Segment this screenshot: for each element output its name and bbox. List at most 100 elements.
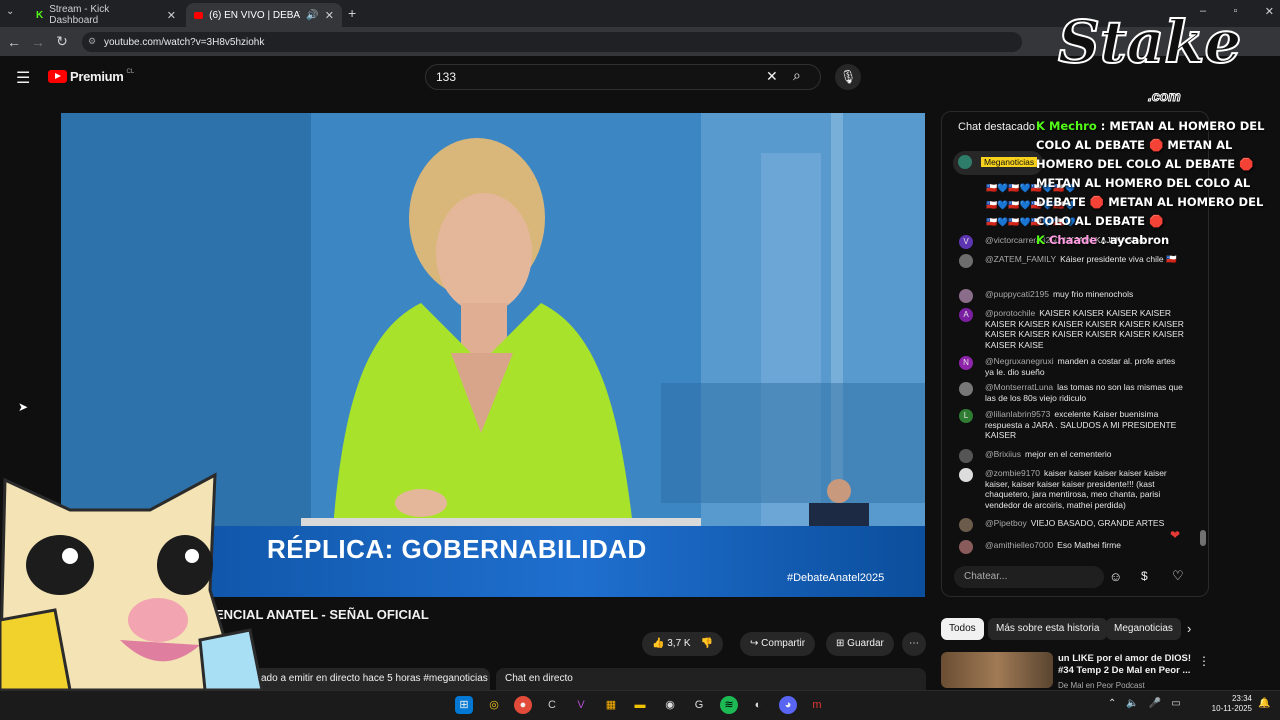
chat-header-title[interactable]: Chat destacado [958, 121, 1035, 133]
spotify-icon[interactable]: ≋ [720, 696, 738, 714]
chrome-icon[interactable]: ● [514, 696, 532, 714]
chip-label: Más sobre esta historia [996, 623, 1100, 634]
chat-avatar[interactable]: A [959, 308, 973, 322]
search-query: 133 [436, 70, 457, 84]
notification-icon[interactable]: 🔔 [1258, 698, 1270, 709]
dislike-button[interactable]: 👎 [701, 632, 713, 656]
kick-icon: K [36, 9, 44, 21]
chat-message-body: @porotochile KAISER KAISER KAISER KAISER … [959, 308, 1185, 350]
overlay-message: K Mechro : METAN AL HOMERO DEL COLO AL D… [1036, 119, 1265, 228]
chip-all[interactable]: Todos [941, 618, 984, 640]
chat-author[interactable]: @amithielleo7000 [985, 540, 1053, 550]
chip-story[interactable]: Más sobre esta historia [988, 618, 1108, 640]
super-chat-icon[interactable]: $ [1141, 569, 1148, 583]
chat-author[interactable]: @lilianlabrin9573 [985, 409, 1050, 419]
save-button[interactable]: ⊞ Guardar [826, 632, 894, 656]
chat-message-body: @puppycati2195 muy frio minenochols [959, 289, 1185, 300]
steam-icon[interactable]: ◐ [749, 696, 767, 714]
chat-avatar[interactable]: L [959, 409, 973, 423]
chat-author[interactable]: @Negruxanegruxi [985, 356, 1054, 366]
youtube-logo[interactable]: Premium CL [48, 69, 134, 84]
back-icon[interactable]: ← [2, 34, 26, 50]
tab-kick-dashboard[interactable]: K Stream - Kick Dashboard ✕ [28, 3, 184, 27]
close-tab-icon[interactable]: ✕ [167, 9, 176, 22]
chat-message-body: @ZATEM_FAMILY Káiser presidente viva chil… [959, 254, 1185, 265]
chat-text: VIEJO BASADO, GRANDE ARTES [1030, 518, 1165, 528]
menu-icon[interactable]: ☰ [16, 68, 30, 88]
chevron-right-icon[interactable]: › [1187, 621, 1191, 636]
pinned-message[interactable]: Meganoticias [953, 151, 1043, 175]
app-g-icon[interactable]: G [690, 696, 708, 714]
chat-message: L @lilianlabrin9573 excelente Kaiser bueni… [959, 409, 1185, 441]
recommended-title[interactable]: un LIKE por el amor de DIOS! #34 Temp 2 … [1058, 653, 1198, 677]
obs-icon[interactable]: ◉ [661, 696, 679, 714]
voice-search-icon[interactable]: 🎙 [835, 64, 861, 90]
speaker-icon[interactable]: 🔊 [306, 10, 318, 21]
chat-avatar[interactable]: V [959, 235, 973, 249]
search-input[interactable]: 133 ✕ ⌕ [425, 64, 821, 90]
chat-message: @Pipetboy VIEJO BASADO, GRANDE ARTES [959, 518, 1185, 532]
chat-avatar[interactable] [959, 289, 973, 303]
chip-meganoticias[interactable]: Meganoticias [1106, 618, 1181, 640]
chat-text: muy frio minenochols [1052, 289, 1134, 299]
chat-avatar[interactable] [959, 518, 973, 532]
mic-tray-icon[interactable]: 🎤 [1149, 698, 1161, 709]
chat-avatar[interactable] [959, 449, 973, 463]
share-button[interactable]: ↪ Compartir [740, 632, 816, 656]
chat-message-body: @zombie9170 kaiser kaiser kaiser kaiser k… [959, 468, 1185, 510]
app-m-icon[interactable]: m [808, 696, 826, 714]
chat-author[interactable]: @Brixiius [985, 449, 1021, 459]
chat-message: N @Negruxanegruxi manden a costar al. prof… [959, 356, 1185, 377]
audio-icon[interactable]: 🔈 [1126, 698, 1138, 709]
chat-text: Eso Mathei firme [1057, 540, 1121, 550]
search-icon[interactable]: ⌕ [793, 67, 801, 84]
more-actions-icon[interactable]: ⋯ [902, 632, 926, 656]
tray-chevron-icon[interactable]: ⌃ [1108, 698, 1116, 709]
chat-avatar[interactable]: N [959, 356, 973, 370]
clear-search-icon[interactable]: ✕ [766, 68, 778, 85]
app-file-icon[interactable]: ▦ [602, 696, 620, 714]
chat-message: @amithielleo7000 Eso Mathei firme [959, 540, 1185, 554]
chat-author[interactable]: @ZATEM_FAMILY [985, 254, 1056, 264]
tab-list-icon[interactable]: ⌄ [6, 6, 14, 17]
chat-avatar[interactable] [959, 468, 973, 482]
tab-title: Stream - Kick Dashboard [49, 4, 110, 26]
chat-avatar[interactable] [959, 540, 973, 554]
network-icon[interactable]: ▭ [1171, 698, 1180, 709]
site-info-icon[interactable]: ⚙ [88, 36, 96, 47]
app-v-icon[interactable]: V [572, 696, 590, 714]
pinned-author: Meganoticias [981, 157, 1038, 167]
overlay-text: aycabron [1109, 233, 1170, 247]
heart-icon[interactable]: ♡ [1172, 568, 1184, 584]
chat-author[interactable]: @Pipetboy [985, 518, 1027, 528]
recommended-channel[interactable]: De Mal en Peor Podcast [1058, 681, 1145, 690]
start-icon[interactable]: ⊞ [455, 696, 473, 714]
chat-author[interactable]: @MontserratLuna [985, 382, 1053, 392]
close-tab-icon[interactable]: ✕ [325, 9, 334, 22]
chat-message: @Brixiius mejor en el cementerio [959, 449, 1185, 463]
system-tray: ⌃ 🔈 🎤 ▭ [1108, 698, 1181, 709]
chat-author[interactable]: @porotochile [985, 308, 1035, 318]
live-chat-replay-tab[interactable]: Chat en directo [496, 668, 926, 690]
chat-input[interactable]: Chatear... [954, 566, 1104, 588]
app-icon[interactable]: ◎ [485, 696, 503, 714]
discord-icon[interactable]: ◕ [779, 696, 797, 714]
tab-youtube-live[interactable]: (6) EN VIVO | DEBATE PRESI 🔊 ✕ [186, 3, 342, 27]
chat-scrollbar[interactable] [1200, 530, 1206, 546]
chat-avatar[interactable] [959, 254, 973, 268]
file-explorer-icon[interactable]: ▬ [631, 696, 649, 714]
like-button[interactable]: 👍 3,7 K [652, 632, 691, 656]
clock[interactable]: 23:34 10-11-2025 [1208, 694, 1252, 714]
emoji-icon[interactable]: ☺ [1109, 569, 1122, 584]
chat-message: @ZATEM_FAMILY Káiser presidente viva chil… [959, 254, 1185, 268]
chat-author[interactable]: @puppycati2195 [985, 289, 1049, 299]
recommended-thumbnail[interactable] [941, 652, 1053, 688]
address-bar[interactable]: ⚙ youtube.com/watch?v=3H8v5hziohk [82, 32, 1022, 52]
chat-author[interactable]: @zombie9170 [985, 468, 1040, 478]
more-options-icon[interactable]: ⋮ [1198, 654, 1210, 668]
new-tab-icon[interactable]: + [348, 5, 356, 21]
reload-icon[interactable]: ↻ [50, 33, 74, 50]
app-c-icon[interactable]: C [543, 696, 561, 714]
forward-icon[interactable]: → [26, 34, 50, 50]
chat-avatar[interactable] [959, 382, 973, 396]
